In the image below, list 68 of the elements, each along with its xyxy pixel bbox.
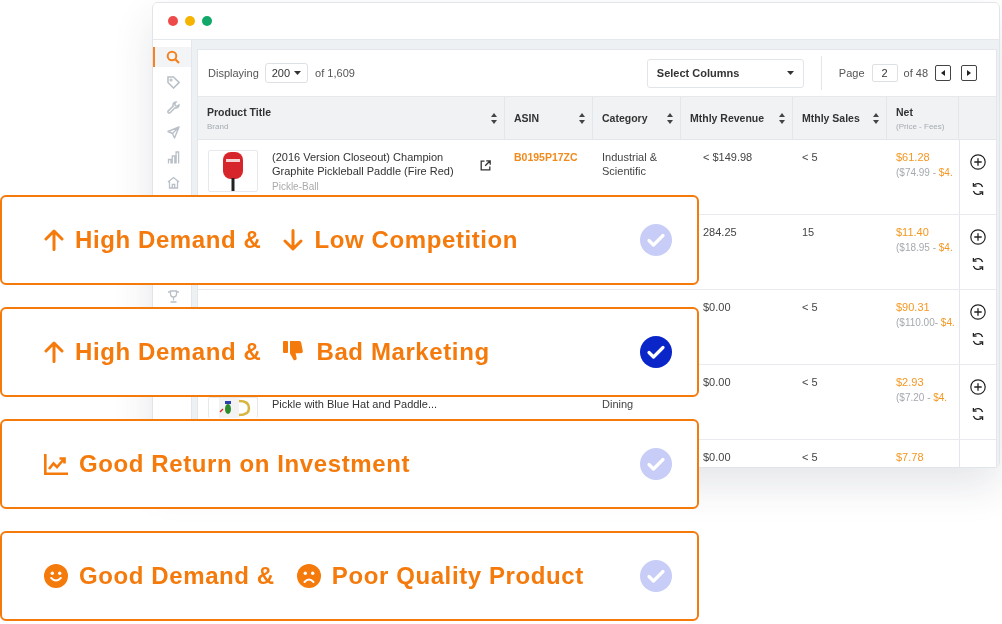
sales-value: 15 [802,226,815,238]
refresh-icon[interactable] [971,182,985,196]
net-formula: ($18.95 - $4. [896,241,950,255]
sales-value: < 5 [802,451,818,463]
refresh-icon[interactable] [971,407,985,421]
smiling-face-icon [44,564,68,588]
external-link-icon[interactable] [480,160,491,171]
wrench-icon [166,100,180,114]
columns-select[interactable]: Select Columns [646,58,804,88]
paper-plane-icon [166,125,180,139]
next-page-button[interactable] [961,65,977,81]
tag-icon [166,75,180,89]
frowning-face-icon [296,564,321,588]
line-chart-icon [44,453,68,475]
thumbs-down-icon [283,341,306,363]
search-icon [166,50,180,64]
column-header: Net (Price - Fees) [887,97,959,139]
plus-circle-icon[interactable] [970,154,986,170]
sales-value: < 5 [802,151,818,163]
brand-name: Pickle-Ball [272,181,320,192]
refresh-icon[interactable] [971,332,985,346]
column-header[interactable]: Product Title Brand [198,97,505,139]
plus-circle-icon[interactable] [970,379,986,395]
sales-value: < 5 [802,301,818,313]
net-formula: ($7.20 - $4. [896,391,949,405]
category-text: Industrial & Scientific [602,151,658,177]
previous-page-button[interactable] [935,65,951,81]
caret-down-icon [294,71,302,75]
maximize-button[interactable] [202,16,212,26]
arrow-up-icon [44,229,64,251]
net-value: $90.31 [896,300,931,314]
paddle-drawing [222,151,244,191]
column-header[interactable]: Category [593,97,681,139]
product-title: (2016 Version Closeout) Champion Graphite Pickleball Paddle (Fire Red) [272,150,455,178]
net-value: $2.93 [896,375,925,389]
display-label: Displaying [208,67,259,79]
arrow-up-icon [44,341,64,363]
refresh-icon[interactable] [971,257,985,271]
net-formula: ($74.99 - $4. [896,166,950,180]
revenue-value: < $149.98 [703,151,753,163]
net-value: $7.78 [896,450,925,464]
net-value: $11.40 [896,225,930,239]
revenue-value: 284.25 [703,226,737,238]
column-header[interactable]: Mthly Sales [793,97,887,139]
caret-left-icon [941,70,945,76]
trophy-icon [166,289,180,303]
category-text: Dining [602,398,634,410]
sales-value: < 5 [802,376,818,388]
page-input[interactable]: 2 [871,64,898,82]
caret-right-icon [967,70,971,76]
page-label: Page [838,67,865,79]
arrow-down-icon [283,229,304,251]
close-button[interactable] [168,16,178,26]
revenue-value: $0.00 [703,376,731,388]
column-header[interactable]: Mthly Revenue [681,97,793,139]
column-header[interactable]: ASIN [505,97,593,139]
bar-chart-icon [166,150,180,164]
home-icon [166,175,180,189]
total-count: of 1,609 [315,67,355,79]
page-size-select[interactable]: 200 [264,63,309,83]
caret-down-icon [786,71,794,75]
revenue-value: $0.00 [703,301,731,313]
product-title: Pickle with Blue Hat and Paddle... [272,397,439,411]
plus-circle-icon[interactable] [970,229,986,245]
page-count: of 48 [903,67,928,79]
plus-circle-icon[interactable] [970,304,986,320]
revenue-value: $0.00 [703,451,731,463]
net-value: $61.28 [896,150,931,164]
